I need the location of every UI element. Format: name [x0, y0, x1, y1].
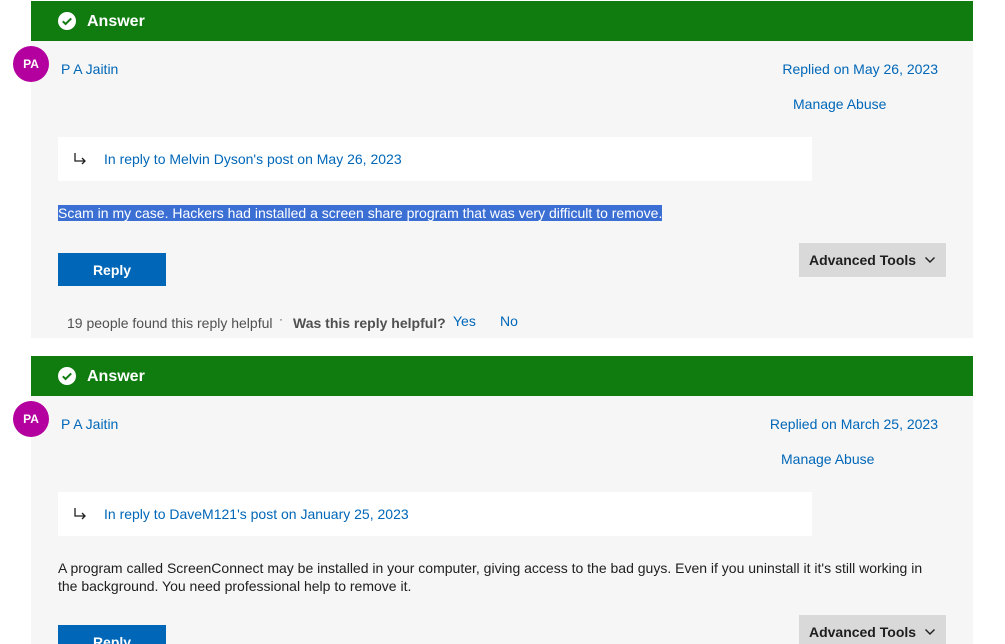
- check-circle-icon: [58, 367, 76, 385]
- reply-body: A program called ScreenConnect may be in…: [58, 560, 923, 594]
- answer-banner: Answer: [31, 1, 973, 41]
- yes-link[interactable]: Yes: [453, 312, 476, 330]
- manage-abuse-link[interactable]: Manage Abuse: [781, 450, 874, 468]
- no-link[interactable]: No: [500, 312, 518, 330]
- reply-arrow-icon: [74, 153, 86, 165]
- advanced-tools-button[interactable]: Advanced Tools: [799, 615, 946, 644]
- author-link[interactable]: P A Jaitin: [61, 415, 118, 433]
- check-circle-icon: [58, 12, 76, 30]
- selected-text: Scam in my case. Hackers had installed a…: [58, 205, 663, 221]
- reply-card: Answer P A Jaitin Replied on May 26, 202…: [31, 1, 973, 338]
- helpful-count: 19 people found this reply helpful: [67, 315, 273, 331]
- answer-label: Answer: [87, 13, 145, 30]
- reply-button[interactable]: Reply: [58, 625, 166, 644]
- advanced-tools-button[interactable]: Advanced Tools: [799, 243, 946, 277]
- avatar[interactable]: PA: [13, 401, 49, 437]
- reply-button[interactable]: Reply: [58, 253, 166, 286]
- answer-banner: Answer: [31, 356, 973, 396]
- in-reply-to-link[interactable]: In reply to Melvin Dyson's post on May 2…: [104, 150, 402, 168]
- reply-arrow-icon: [74, 508, 86, 520]
- reply-card: Answer P A Jaitin Replied on March 25, 2…: [31, 356, 973, 644]
- replied-date-link[interactable]: Replied on May 26, 2023: [782, 60, 938, 78]
- in-reply-to-box: In reply to DaveM121's post on January 2…: [58, 492, 812, 536]
- advanced-tools-label: Advanced Tools: [808, 624, 917, 640]
- page: Answer P A Jaitin Replied on May 26, 202…: [0, 0, 1005, 644]
- separator: ·: [279, 312, 283, 326]
- advanced-tools-label: Advanced Tools: [808, 252, 917, 268]
- chevron-down-icon: [925, 629, 936, 635]
- reply-body: Scam in my case. Hackers had installed a…: [58, 204, 928, 222]
- manage-abuse-link[interactable]: Manage Abuse: [793, 95, 886, 113]
- replied-date-link[interactable]: Replied on March 25, 2023: [770, 415, 938, 433]
- chevron-down-icon: [925, 257, 936, 263]
- in-reply-to-box: In reply to Melvin Dyson's post on May 2…: [58, 137, 812, 181]
- avatar[interactable]: PA: [13, 46, 49, 82]
- helpful-question: Was this reply helpful?: [293, 315, 446, 331]
- author-link[interactable]: P A Jaitin: [61, 60, 118, 78]
- in-reply-to-link[interactable]: In reply to DaveM121's post on January 2…: [104, 505, 409, 523]
- answer-label: Answer: [87, 368, 145, 385]
